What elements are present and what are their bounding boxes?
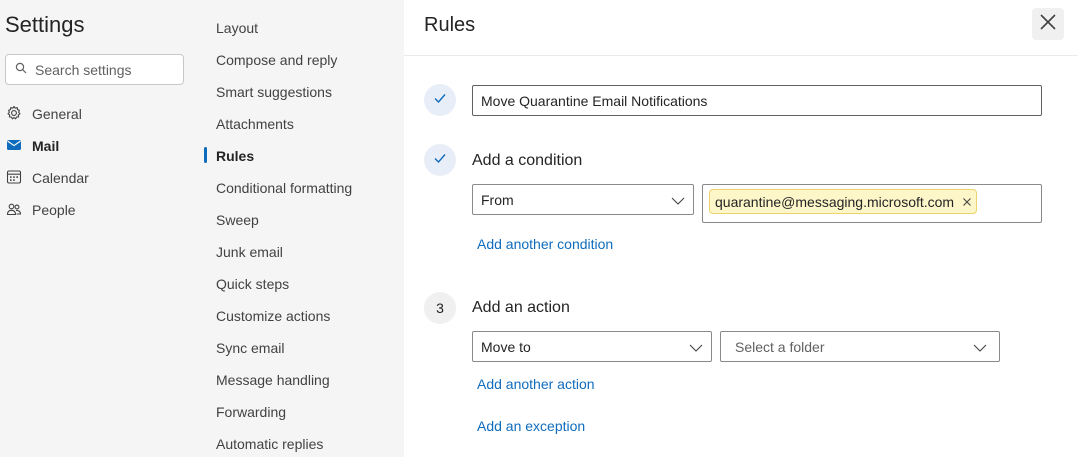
email-tag: quarantine@messaging.microsoft.com xyxy=(709,189,978,214)
sub-nav-attachments[interactable]: Attachments xyxy=(216,114,294,134)
sub-nav-junk-email[interactable]: Junk email xyxy=(216,242,283,262)
search-icon xyxy=(15,61,27,79)
settings-title: Settings xyxy=(5,12,85,37)
add-another-condition-link[interactable]: Add another condition xyxy=(477,236,613,252)
sub-nav-forwarding[interactable]: Forwarding xyxy=(216,402,286,422)
step-number: 3 xyxy=(436,300,444,316)
checkmark-icon xyxy=(433,91,447,110)
checkmark-icon xyxy=(433,151,447,170)
remove-tag-icon[interactable] xyxy=(962,197,972,207)
nav-item-general[interactable]: General xyxy=(6,102,82,126)
nav-item-mail[interactable]: Mail xyxy=(6,134,59,158)
search-box[interactable] xyxy=(5,54,184,85)
condition-field-dropdown[interactable]: From xyxy=(472,184,694,215)
sub-nav-layout[interactable]: Layout xyxy=(216,18,258,38)
sub-nav-message-handling[interactable]: Message handling xyxy=(216,370,330,390)
active-indicator xyxy=(204,147,207,163)
settings-nav: Settings General Mail Calendar People xyxy=(0,0,204,457)
sub-nav-smart-suggestions[interactable]: Smart suggestions xyxy=(216,82,332,102)
rule-name-value: Move Quarantine Email Notifications xyxy=(481,92,708,109)
close-button[interactable] xyxy=(1032,8,1064,40)
nav-item-label: Mail xyxy=(32,138,60,154)
search-input[interactable] xyxy=(35,61,175,78)
add-exception-link[interactable]: Add an exception xyxy=(477,418,585,434)
sub-nav-sync-email[interactable]: Sync email xyxy=(216,338,284,358)
nav-item-people[interactable]: People xyxy=(6,198,76,222)
sub-nav-sweep[interactable]: Sweep xyxy=(216,210,259,230)
nav-item-label: Calendar xyxy=(32,170,89,186)
condition-value-input[interactable]: quarantine@messaging.microsoft.com xyxy=(702,184,1042,223)
nav-item-label: General xyxy=(32,106,82,122)
sub-nav-conditional-formatting[interactable]: Conditional formatting xyxy=(216,178,352,198)
people-icon xyxy=(6,201,22,220)
mail-settings-nav: Layout Compose and reply Smart suggestio… xyxy=(204,0,404,457)
step-2-complete xyxy=(424,144,456,176)
gear-icon xyxy=(6,105,22,124)
action-heading: Add an action xyxy=(472,299,570,316)
chevron-down-icon xyxy=(973,339,987,355)
mail-icon xyxy=(6,137,22,156)
dropdown-value: From xyxy=(481,191,514,208)
page-title: Rules xyxy=(424,14,476,36)
close-icon xyxy=(1039,13,1057,36)
sub-nav-customize-actions[interactable]: Customize actions xyxy=(216,306,330,326)
chevron-down-icon xyxy=(689,339,703,355)
calendar-icon xyxy=(6,169,22,188)
sub-nav-rules[interactable]: Rules xyxy=(216,146,254,166)
sub-nav-compose-and-reply[interactable]: Compose and reply xyxy=(216,50,337,70)
chevron-down-icon xyxy=(671,192,685,208)
condition-heading: Add a condition xyxy=(472,152,583,169)
action-type-dropdown[interactable]: Move to xyxy=(472,331,712,362)
folder-dropdown[interactable]: Select a folder xyxy=(720,331,1000,362)
sub-nav-automatic-replies[interactable]: Automatic replies xyxy=(216,434,323,454)
step-3-number: 3 xyxy=(424,292,456,324)
header-divider xyxy=(404,55,1078,56)
email-tag-label: quarantine@messaging.microsoft.com xyxy=(715,193,955,210)
sub-nav-quick-steps[interactable]: Quick steps xyxy=(216,274,289,294)
dropdown-placeholder: Select a folder xyxy=(735,338,825,355)
step-1-complete xyxy=(424,84,456,116)
nav-item-calendar[interactable]: Calendar xyxy=(6,166,89,190)
rule-name-input[interactable]: Move Quarantine Email Notifications xyxy=(472,85,1042,116)
add-another-action-link[interactable]: Add another action xyxy=(477,376,595,392)
dropdown-value: Move to xyxy=(481,338,531,355)
rule-editor: Rules Move Quarantine Email Notification… xyxy=(404,0,1078,457)
nav-item-label: People xyxy=(32,202,76,218)
